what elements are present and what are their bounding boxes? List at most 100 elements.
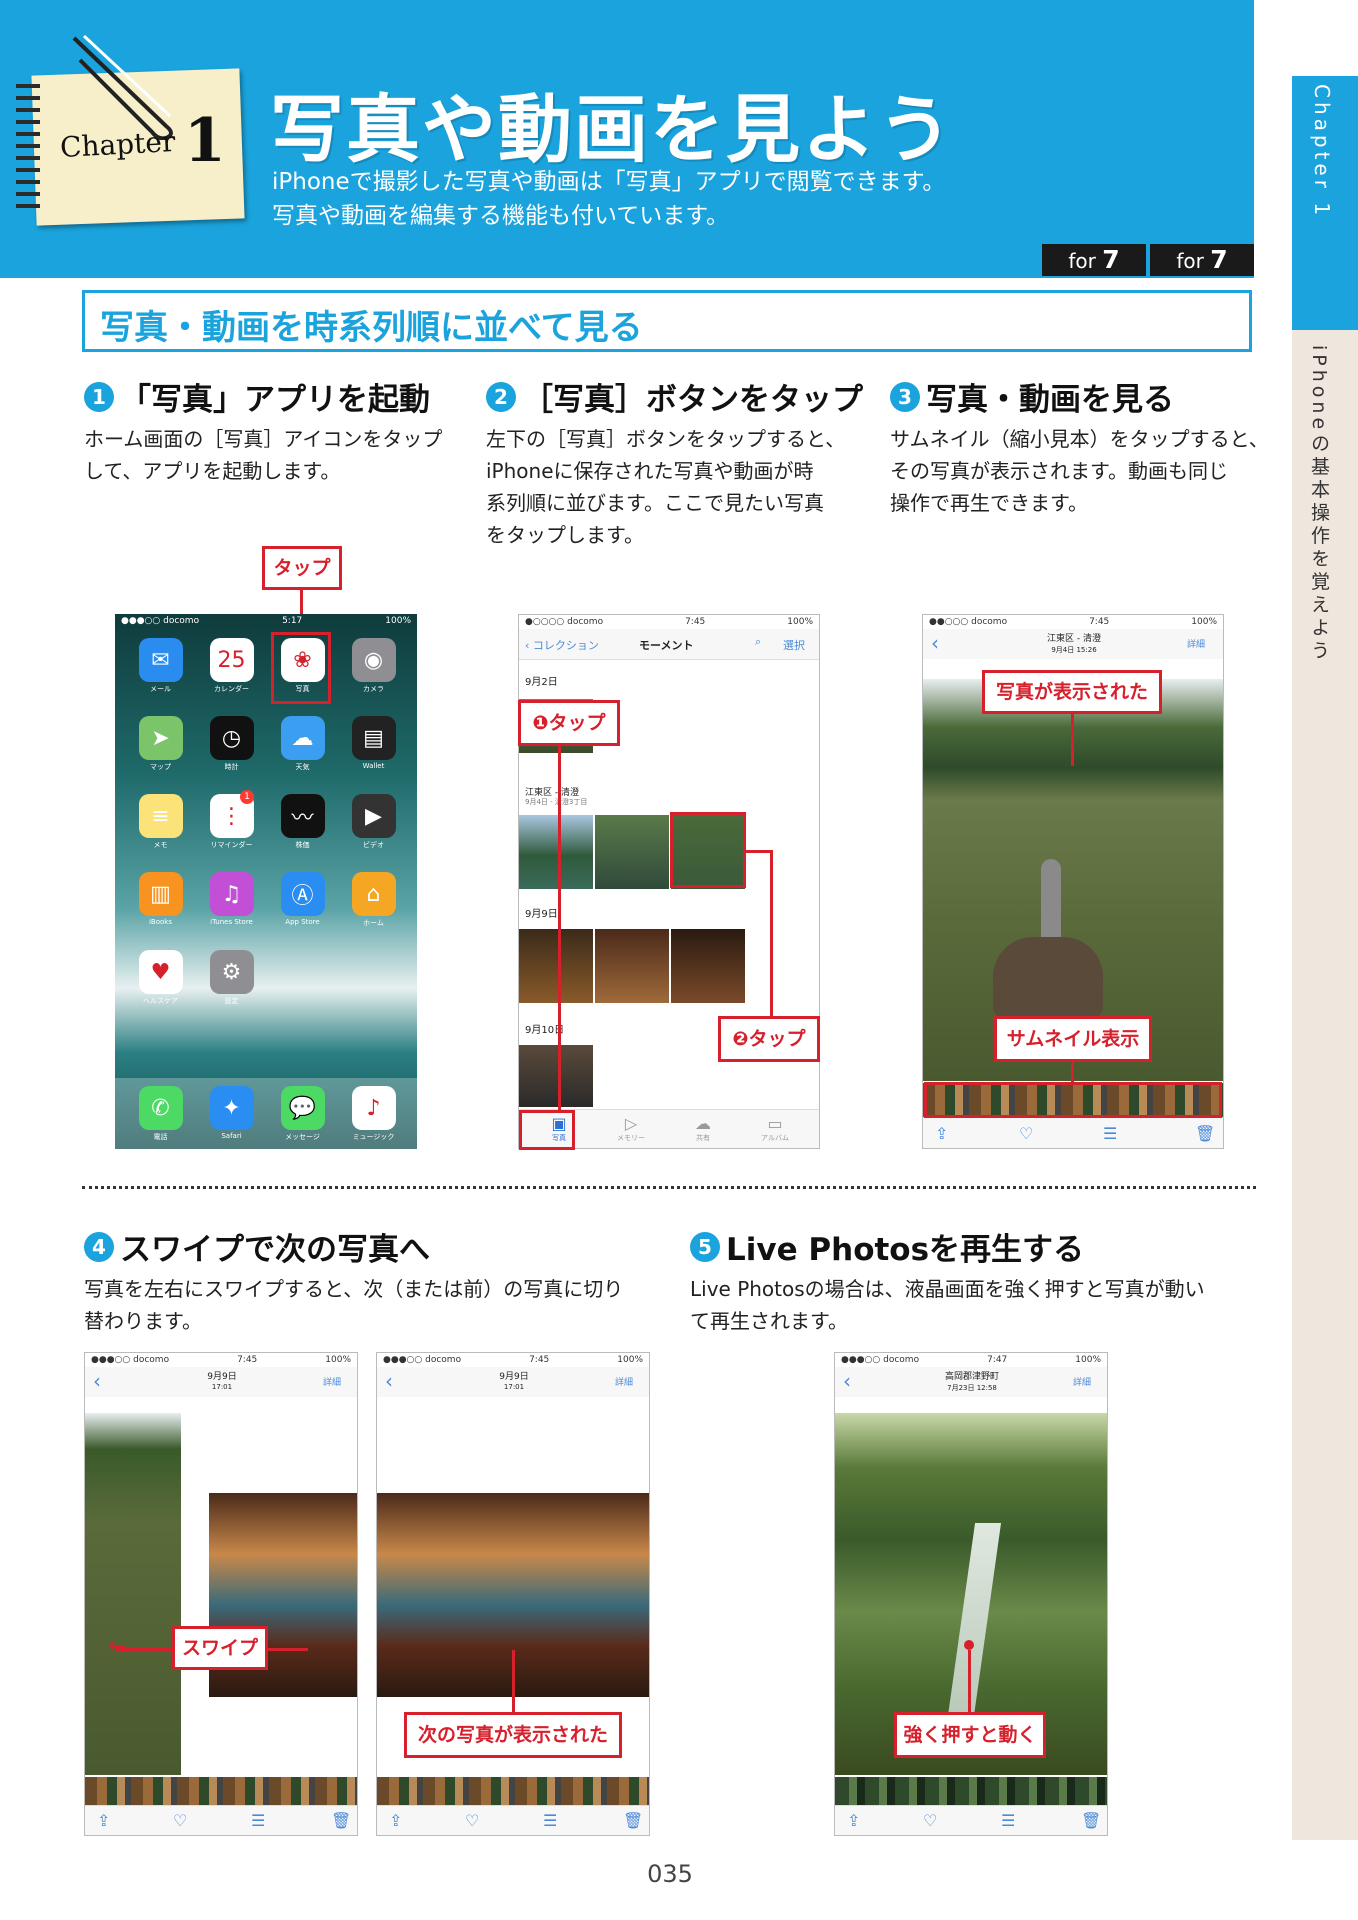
app-home-app[interactable]: ⌂ ホーム xyxy=(338,872,409,928)
app-safari[interactable]: ✦ Safari xyxy=(196,1086,267,1142)
tab-shared[interactable]: ☁ 共有 xyxy=(673,1114,733,1143)
section-divider xyxy=(82,1186,1256,1189)
wallet-icon: ▤ xyxy=(351,716,396,760)
heart-icon[interactable]: ♡ xyxy=(923,1811,937,1830)
callout-line xyxy=(770,850,773,1018)
nav-bar: ‹ 9月9日 17:01 詳細 xyxy=(377,1367,649,1397)
app-settings[interactable]: ⚙ 設定 xyxy=(196,950,267,1006)
side-chapter-label: Chapter 1 xyxy=(1310,84,1334,220)
trash-icon[interactable]: 🗑 xyxy=(331,1811,351,1830)
app-label: 時計 xyxy=(224,763,239,771)
app-health[interactable]: ♥ ヘルスケア xyxy=(125,950,196,1006)
app-maps[interactable]: ➤ マップ xyxy=(125,716,196,772)
app-itunes[interactable]: ♫ iTunes Store xyxy=(196,872,267,928)
app-weather[interactable]: ☁ 天気 xyxy=(267,716,338,772)
trash-icon[interactable]: 🗑 xyxy=(1081,1811,1101,1830)
share-icon[interactable]: ⇪ xyxy=(97,1811,110,1830)
app-label: 株価 xyxy=(295,841,310,849)
share-icon[interactable]: ⇪ xyxy=(389,1811,402,1830)
trash-icon[interactable]: 🗑 xyxy=(1195,1124,1215,1143)
share-icon[interactable]: ⇪ xyxy=(935,1124,948,1143)
status-bar: ●○○○○ docomo 7:45 100% xyxy=(519,615,819,629)
thumb-photo[interactable] xyxy=(519,815,593,889)
heart-icon[interactable]: ♡ xyxy=(465,1811,479,1830)
app-reminders[interactable]: ⋮ リマインダー 1 xyxy=(196,790,267,850)
select-button[interactable]: 選択 xyxy=(783,637,805,653)
callout-press: 強く押すと動く xyxy=(894,1712,1046,1758)
heart-icon[interactable]: ♡ xyxy=(173,1811,187,1830)
callout-line xyxy=(558,744,561,1112)
trash-icon[interactable]: 🗑 xyxy=(623,1811,643,1830)
battery-text: 100% xyxy=(325,1355,351,1365)
thumbnail-strip[interactable] xyxy=(377,1777,649,1805)
nav-bar: ‹ 高岡郡津野町 7月23日 12:58 詳細 xyxy=(835,1367,1107,1397)
edit-sliders-icon[interactable]: ☰ xyxy=(251,1811,265,1830)
outgoing-photo[interactable] xyxy=(85,1413,181,1775)
app-clock[interactable]: ◷ 時計 xyxy=(196,716,267,772)
step-number: 5 xyxy=(690,1231,720,1262)
app-appstore[interactable]: Ⓐ App Store xyxy=(267,872,338,928)
settings-icon: ⚙ xyxy=(209,950,254,994)
thumbnail-strip[interactable] xyxy=(835,1777,1107,1805)
app-videos[interactable]: ▶ ビデオ xyxy=(338,794,409,850)
detail-button[interactable]: 詳細 xyxy=(615,1375,633,1388)
step-5: 5 Live Photosを再生する Live Photosの場合は、液晶画面を… xyxy=(690,1224,1270,1337)
thumb-photo[interactable] xyxy=(519,1045,593,1107)
step-body-line: 左下の［写真］ボタンをタップすると、 xyxy=(486,427,846,451)
app-camera[interactable]: ◉ カメラ xyxy=(338,638,409,694)
app-music[interactable]: ♪ ミュージック xyxy=(338,1086,409,1142)
back-button[interactable]: ‹ コレクション xyxy=(525,637,599,653)
notes-icon: ≡ xyxy=(138,794,183,838)
app-mail[interactable]: ✉ メール xyxy=(125,638,196,694)
step-body: 写真を左右にスワイプすると、次（または前）の写真に切り 替わります。 xyxy=(84,1273,664,1337)
carrier-text: ●●●○○ docomo xyxy=(841,1355,920,1365)
edit-sliders-icon[interactable]: ☰ xyxy=(1001,1811,1015,1830)
thumbnail-strip[interactable] xyxy=(85,1777,357,1805)
step-number: 3 xyxy=(890,381,920,412)
thumb-photo[interactable] xyxy=(671,929,745,1003)
app-phone[interactable]: ✆ 電話 xyxy=(125,1086,196,1142)
edit-sliders-icon[interactable]: ☰ xyxy=(543,1811,557,1830)
step-body-line: iPhoneに保存された写真や動画が時 xyxy=(486,459,814,483)
app-wallet[interactable]: ▤ Wallet xyxy=(338,716,409,772)
app-label: マップ xyxy=(150,763,171,771)
thumb-photo[interactable] xyxy=(595,929,669,1003)
search-icon[interactable]: ⌕ xyxy=(755,635,761,649)
nav-subtitle: 17:01 xyxy=(503,1383,525,1391)
moments-screen: ●○○○○ docomo 7:45 100% ‹ コレクション モーメント ⌕ … xyxy=(518,614,820,1149)
app-stocks[interactable]: 〰株価 xyxy=(267,794,338,850)
weather-icon: ☁ xyxy=(280,716,325,760)
app-label: ビデオ xyxy=(363,841,384,849)
tab-memories[interactable]: ▷ メモリー xyxy=(601,1114,661,1143)
home-screen: ●●●○○ docomo 5:17 100% ✉ メール 25 カレンダー ❀ 写真 ◉ カメ… xyxy=(115,614,417,1149)
status-bar: ●●○○○ docomo 7:45 100% xyxy=(923,615,1223,629)
group-sub: 9月4日 - 清澄3丁目 xyxy=(525,798,588,806)
detail-button[interactable]: 詳細 xyxy=(323,1375,341,1388)
app-label: App Store xyxy=(285,918,320,926)
thumb-photo[interactable] xyxy=(519,929,593,1003)
app-calendar[interactable]: 25 カレンダー xyxy=(196,638,267,694)
share-icon[interactable]: ⇪ xyxy=(847,1811,860,1830)
step-body-line: 系列順に並びます。ここで見たい写真 xyxy=(486,491,824,515)
detail-button[interactable]: 詳細 xyxy=(1187,637,1205,650)
callout-line xyxy=(746,850,772,853)
model-badge-7: for 7 xyxy=(1042,244,1146,276)
tab-albums[interactable]: ▭ アルバム xyxy=(745,1114,805,1143)
heart-icon[interactable]: ♡ xyxy=(1019,1124,1033,1143)
step-body-line: ホーム画面の［写真］アイコンをタップ xyxy=(84,427,443,451)
step-number: 1 xyxy=(84,381,114,412)
app-messages[interactable]: 💬 メッセージ xyxy=(267,1086,338,1142)
step-body-line: 替わります。 xyxy=(84,1309,202,1333)
edit-sliders-icon[interactable]: ☰ xyxy=(1103,1124,1117,1143)
detail-button[interactable]: 詳細 xyxy=(1073,1375,1091,1388)
notebook-spiral xyxy=(16,84,40,210)
live-photo-screen: ●●●○○ docomo 7:47 100% ‹ 高岡郡津野町 7月23日 12… xyxy=(834,1352,1108,1836)
clock-text: 7:45 xyxy=(1089,617,1110,627)
thumb-photo[interactable] xyxy=(595,815,669,889)
waterfall-figure xyxy=(946,1523,1002,1723)
app-ibooks[interactable]: ▥ iBooks xyxy=(125,872,196,928)
step-number: 4 xyxy=(84,1231,114,1262)
step-4: 4 スワイプで次の写真へ 写真を左右にスワイプすると、次（または前）の写真に切り… xyxy=(84,1224,664,1337)
app-notes[interactable]: ≡ メモ xyxy=(125,794,196,850)
status-bar: ●●●○○ docomo 7:47 100% xyxy=(835,1353,1107,1367)
